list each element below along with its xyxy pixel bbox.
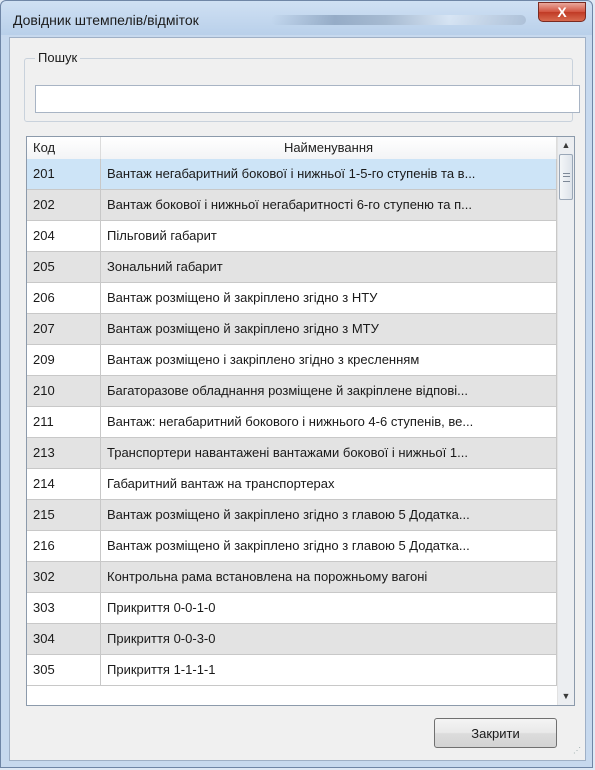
table-row[interactable]: 213 Транспортери навантажені вантажами бо…	[27, 438, 557, 469]
cell-code: 209	[27, 345, 101, 375]
cell-code: 201	[27, 159, 101, 189]
resize-grip-icon[interactable]: ⋰	[573, 747, 583, 758]
cell-name: Зональний габарит	[101, 252, 557, 282]
cell-code: 211	[27, 407, 101, 437]
cell-code: 210	[27, 376, 101, 406]
cell-name: Прикриття 1-1-1-1	[101, 655, 557, 685]
close-button[interactable]: Закрити	[434, 718, 557, 748]
table-row[interactable]: 205 Зональний габарит	[27, 252, 557, 283]
cell-name: Вантаж розміщено й закріплено згідно з г…	[101, 500, 557, 530]
cell-name: Вантаж бокової і нижньої негабаритності …	[101, 190, 557, 220]
cell-name: Габаритний вантаж на транспортерах	[101, 469, 557, 499]
table-header: Код Найменування	[27, 137, 557, 160]
column-header-code[interactable]: Код	[27, 137, 101, 159]
cell-name: Транспортери навантажені вантажами боков…	[101, 438, 557, 468]
dialog-window: Довідник штемпелів/відміток X Пошук Код …	[0, 0, 593, 768]
table-row[interactable]: 215 Вантаж розміщено й закріплено згідно …	[27, 500, 557, 531]
title-bar[interactable]: Довідник штемпелів/відміток X	[1, 1, 592, 37]
cell-code: 204	[27, 221, 101, 251]
cell-name: Вантаж: негабаритний бокового і нижнього…	[101, 407, 557, 437]
cell-code: 216	[27, 531, 101, 561]
cell-name: Вантаж розміщено й закріплено згідно з М…	[101, 314, 557, 344]
table-row[interactable]: 305 Прикриття 1-1-1-1	[27, 655, 557, 686]
cell-name: Контрольна рама встановлена на порожньом…	[101, 562, 557, 592]
cell-code: 213	[27, 438, 101, 468]
vertical-scrollbar[interactable]: ▲ ▼	[557, 137, 574, 705]
cell-name: Пільговий габарит	[101, 221, 557, 251]
cell-name: Прикриття 0-0-1-0	[101, 593, 557, 623]
scroll-up-arrow-icon[interactable]: ▲	[558, 137, 574, 154]
cell-code: 303	[27, 593, 101, 623]
search-group: Пошук	[24, 50, 580, 122]
table-row[interactable]: 214 Габаритний вантаж на транспортерах	[27, 469, 557, 500]
dialog-body: Пошук Код Найменування 201 Вантаж негабар…	[9, 37, 586, 761]
scroll-down-arrow-icon[interactable]: ▼	[558, 688, 574, 705]
cell-code: 214	[27, 469, 101, 499]
cell-code: 304	[27, 624, 101, 654]
grip-icon	[563, 173, 570, 182]
table-row[interactable]: 201 Вантаж негабаритний бокової і нижньої…	[27, 159, 557, 190]
table-row[interactable]: 304 Прикриття 0-0-3-0	[27, 624, 557, 655]
cell-code: 205	[27, 252, 101, 282]
table-row[interactable]: 303 Прикриття 0-0-1-0	[27, 593, 557, 624]
close-icon: X	[557, 4, 567, 20]
cell-name: Вантаж негабаритний бокової і нижньої 1-…	[101, 159, 557, 189]
cell-code: 305	[27, 655, 101, 685]
search-group-label: Пошук	[35, 50, 81, 65]
cell-code: 202	[27, 190, 101, 220]
cell-code: 207	[27, 314, 101, 344]
cell-code: 206	[27, 283, 101, 313]
window-close-button[interactable]: X	[538, 2, 586, 22]
cell-name: Прикриття 0-0-3-0	[101, 624, 557, 654]
cell-name: Вантаж розміщено й закріплено згідно з г…	[101, 531, 557, 561]
table-row[interactable]: 216 Вантаж розміщено й закріплено згідно …	[27, 531, 557, 562]
cell-code: 302	[27, 562, 101, 592]
column-header-name[interactable]: Найменування	[101, 137, 557, 159]
table-row[interactable]: 209 Вантаж розміщено і закріплено згідно …	[27, 345, 557, 376]
table-row[interactable]: 207 Вантаж розміщено й закріплено згідно …	[27, 314, 557, 345]
search-input[interactable]	[35, 85, 580, 113]
table-row[interactable]: 202 Вантаж бокової і нижньої негабаритнос…	[27, 190, 557, 221]
table-row[interactable]: 211 Вантаж: негабаритний бокового і нижнь…	[27, 407, 557, 438]
stamps-table: Код Найменування 201 Вантаж негабаритний …	[26, 136, 575, 706]
cell-name: Вантаж розміщено й закріплено згідно з Н…	[101, 283, 557, 313]
window-title: Довідник штемпелів/відміток	[13, 12, 199, 28]
cell-name: Вантаж розміщено і закріплено згідно з к…	[101, 345, 557, 375]
table-row[interactable]: 210 Багаторазове обладнання розміщене й з…	[27, 376, 557, 407]
table-row[interactable]: 302 Контрольна рама встановлена на порожн…	[27, 562, 557, 593]
title-bar-decoration	[271, 15, 526, 25]
table-row[interactable]: 206 Вантаж розміщено й закріплено згідно …	[27, 283, 557, 314]
table-body: 201 Вантаж негабаритний бокової і нижньої…	[27, 159, 557, 686]
table-row[interactable]: 204 Пільговий габарит	[27, 221, 557, 252]
cell-code: 215	[27, 500, 101, 530]
scrollbar-thumb[interactable]	[559, 154, 573, 200]
cell-name: Багаторазове обладнання розміщене й закр…	[101, 376, 557, 406]
